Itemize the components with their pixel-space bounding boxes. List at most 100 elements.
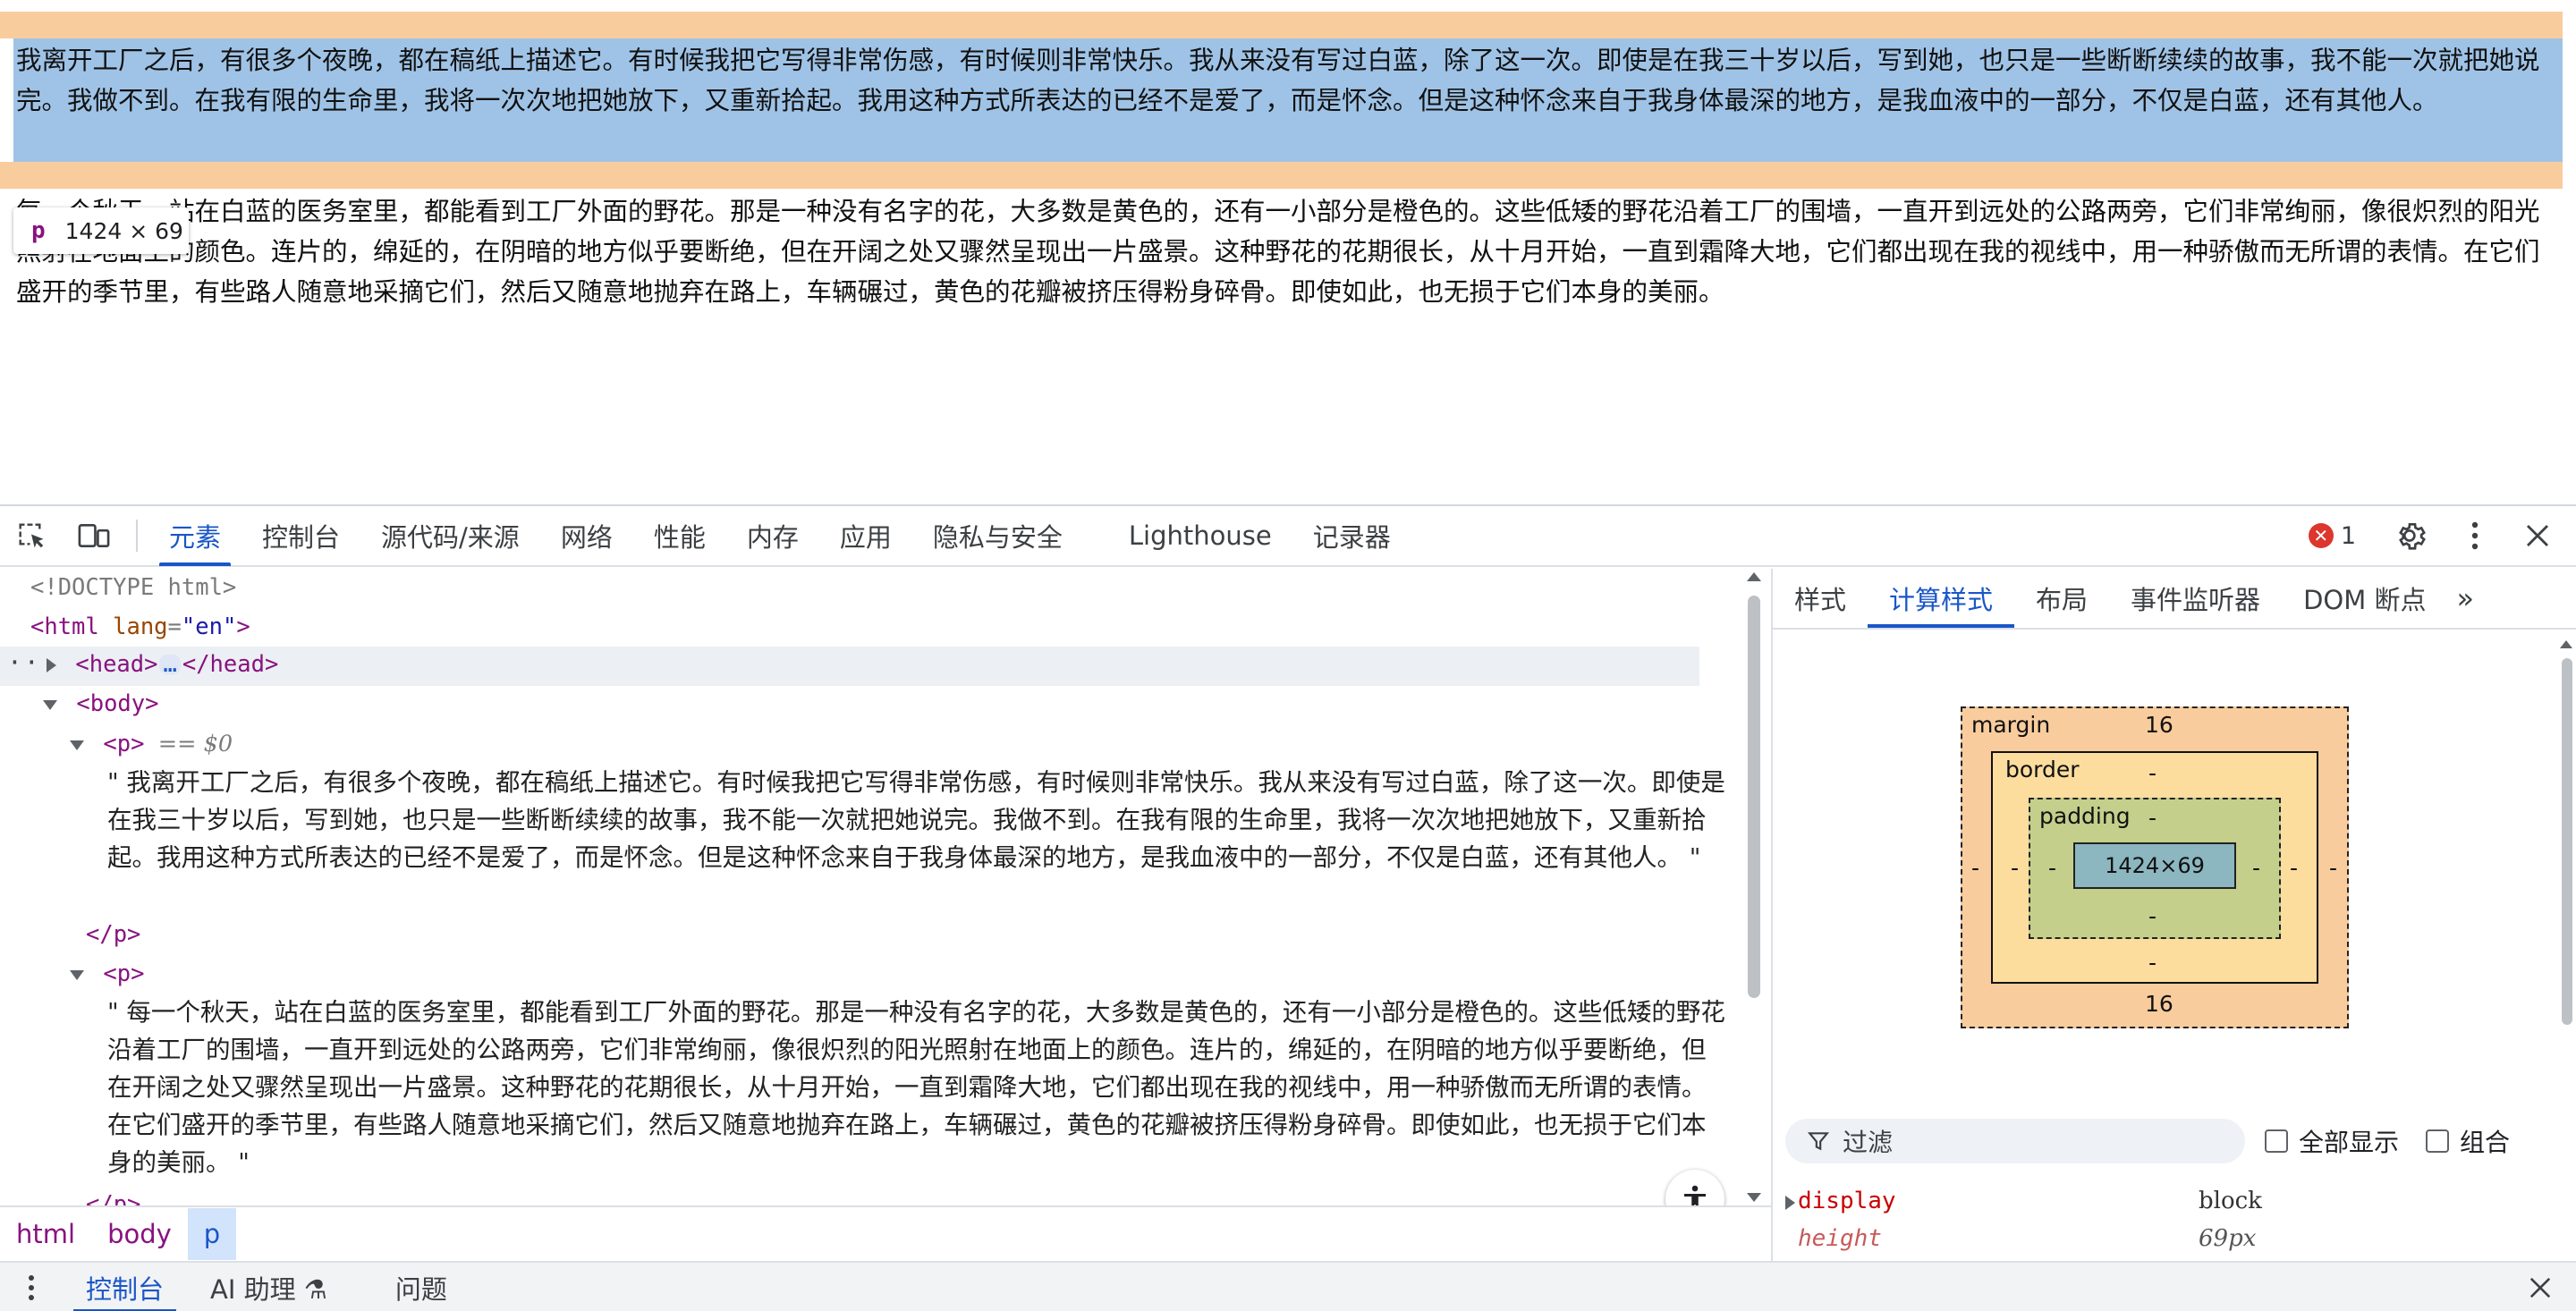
tab-event-listeners[interactable]: 事件监听器: [2109, 569, 2282, 628]
doctype-text: <!DOCTYPE html>: [30, 574, 237, 601]
margin-left-value[interactable]: -: [1971, 855, 1979, 881]
elements-tree: ··· <!DOCTYPE html> <html lang="en"> <he…: [0, 569, 1771, 1205]
scrollbar-thumb[interactable]: [1748, 596, 1760, 998]
html-node[interactable]: <html lang="en">: [30, 608, 250, 646]
box-model-content[interactable]: 1424×69: [2073, 842, 2236, 889]
close-icon[interactable]: [2506, 505, 2569, 566]
tab-elements[interactable]: 元素: [148, 505, 242, 566]
tab-application[interactable]: 应用: [819, 505, 912, 566]
more-tabs-icon[interactable]: »: [2447, 581, 2474, 615]
head-open-tag: <head>: [75, 651, 158, 678]
show-all-checkbox[interactable]: 全部显示: [2265, 1123, 2399, 1159]
checkbox-box[interactable]: [2265, 1129, 2288, 1153]
scroll-down-icon[interactable]: [1747, 1193, 1761, 1202]
body-node[interactable]: <body>: [43, 685, 158, 723]
margin-top-value[interactable]: 16: [2145, 712, 2174, 738]
p1-close: </p>: [86, 916, 140, 953]
tab-recorder[interactable]: 记录器: [1292, 505, 1411, 566]
breadcrumb-body[interactable]: body: [91, 1208, 188, 1260]
tab-styles[interactable]: 样式: [1773, 569, 1868, 628]
border-left-value[interactable]: -: [2011, 855, 2019, 881]
html-attr-value: "en": [181, 613, 237, 640]
filter-input[interactable]: 过滤: [1785, 1119, 2245, 1163]
tab-performance[interactable]: 性能: [633, 505, 726, 566]
sidebar-scrollbar[interactable]: [2558, 640, 2574, 1248]
padding-top-value[interactable]: -: [2148, 805, 2157, 831]
p-node-2[interactable]: <p>: [70, 955, 144, 993]
p2-close: </p>: [86, 1186, 140, 1205]
inspect-icon[interactable]: [0, 505, 63, 566]
border-bottom-value[interactable]: -: [2148, 950, 2157, 976]
drawer-tab-console[interactable]: 控制台: [63, 1263, 187, 1311]
computed-prop-partial[interactable]: margin-block-end 16px: [1785, 1254, 2569, 1261]
tab-layout[interactable]: 布局: [2014, 569, 2109, 628]
tab-computed[interactable]: 计算样式: [1868, 569, 2015, 628]
padding-right-value[interactable]: -: [2252, 855, 2260, 881]
margin-bottom-value[interactable]: 16: [2145, 991, 2174, 1017]
doctype-node[interactable]: <!DOCTYPE html>: [30, 569, 236, 606]
breadcrumb-html[interactable]: html: [0, 1208, 91, 1260]
page-viewport: 我离开工厂之后，有很多个夜晚，都在稿纸上描述它。有时候我把它写得非常伤感，有时候…: [0, 0, 2576, 504]
scrollbar-thumb[interactable]: [2562, 658, 2572, 1025]
tab-memory[interactable]: 内存: [726, 505, 819, 566]
tab-sources[interactable]: 源代码/来源: [360, 505, 540, 566]
tooltip-tag: p: [31, 217, 46, 244]
drawer-close-icon[interactable]: [2504, 1276, 2576, 1299]
drawer-tab-ai-assistant[interactable]: AI 助理 ⚗: [187, 1263, 351, 1311]
sidebar-tabs: 样式 计算样式 布局 事件监听器 DOM 断点 »: [1773, 569, 2576, 630]
tab-privacy-security[interactable]: 隐私与安全: [912, 505, 1083, 566]
toolbar-separator: [136, 520, 138, 552]
paragraph-1-highlighted: 我离开工厂之后，有很多个夜晚，都在稿纸上描述它。有时候我把它写得非常伤感，有时候…: [13, 38, 2563, 162]
scroll-up-icon[interactable]: [2560, 640, 2572, 648]
computed-prop-display[interactable]: display block: [1785, 1182, 2569, 1220]
paragraph-2: 每一个秋天，站在白蓝的医务室里，都能看到工厂外面的野花。那是一种没有名字的花，大…: [16, 197, 2540, 307]
tab-console[interactable]: 控制台: [242, 505, 360, 566]
error-counter[interactable]: ✕ 1: [2308, 522, 2356, 550]
tab-dom-breakpoints[interactable]: DOM 断点: [2282, 569, 2447, 628]
padding-label: padding: [2039, 803, 2131, 829]
expand-triangle-icon[interactable]: [47, 658, 56, 672]
tooltip-size: 1424 × 69: [64, 217, 183, 244]
box-model-diagram: margin 16 16 - - border - - - - padding …: [1961, 706, 2349, 1028]
border-label: border: [2005, 757, 2080, 782]
collapse-triangle-icon[interactable]: [43, 699, 57, 710]
checkbox-box[interactable]: [2426, 1129, 2450, 1153]
group-checkbox[interactable]: 组合: [2426, 1123, 2510, 1159]
collapsed-ellipsis-icon[interactable]: …: [159, 653, 181, 676]
collapse-triangle-icon[interactable]: [70, 740, 84, 750]
prop-name: margin-block-end: [1798, 1254, 2021, 1261]
computed-filter-row: 过滤 全部显示 组合: [1785, 1116, 2569, 1166]
p-node-selected[interactable]: <p> == $0: [70, 725, 233, 763]
computed-prop-height[interactable]: height 69px: [1785, 1220, 2569, 1257]
html-attr-name: lang: [113, 613, 168, 640]
expand-triangle-icon[interactable]: [1785, 1196, 1795, 1210]
prop-value: 69px: [2199, 1225, 2257, 1252]
prop-value: 16px: [2199, 1254, 2256, 1261]
border-right-value[interactable]: -: [2290, 855, 2298, 881]
drawer-tab-issues[interactable]: 问题: [372, 1263, 470, 1311]
collapse-triangle-icon[interactable]: [70, 969, 84, 980]
margin-highlight-bottom: [0, 162, 2563, 189]
p-open-tag: <p>: [103, 960, 145, 987]
accessibility-icon: [1684, 1185, 1706, 1205]
gear-icon[interactable]: [2381, 505, 2444, 566]
tab-lighthouse[interactable]: Lighthouse: [1108, 505, 1292, 566]
kebab-menu-icon[interactable]: [2444, 505, 2506, 566]
devtools-drawer: 控制台 AI 助理 ⚗ 问题: [0, 1261, 2576, 1311]
head-node[interactable]: <head>… </head>: [47, 646, 278, 683]
breadcrumb: html body p: [0, 1205, 1771, 1261]
body-open-tag: <body>: [76, 690, 159, 717]
padding-bottom-value[interactable]: -: [2148, 903, 2157, 929]
border-top-value[interactable]: -: [2148, 760, 2157, 786]
toolbar-right-group: ✕ 1: [2308, 505, 2576, 566]
margin-right-value[interactable]: -: [2329, 855, 2337, 881]
device-toolbar-icon[interactable]: [63, 505, 125, 566]
p2-text-node[interactable]: " 每一个秋天，站在白蓝的医务室里，都能看到工厂外面的野花。那是一种没有名字的花…: [107, 994, 1726, 1181]
scroll-up-icon[interactable]: [1747, 572, 1761, 581]
drawer-menu-icon[interactable]: [0, 1273, 63, 1302]
tab-network[interactable]: 网络: [540, 505, 633, 566]
p1-text-node[interactable]: " 我离开工厂之后，有很多个夜晚，都在稿纸上描述它。有时候我把它写得非常伤感，有…: [107, 764, 1726, 876]
padding-left-value[interactable]: -: [2048, 855, 2056, 881]
elements-scrollbar[interactable]: [1744, 569, 1764, 1205]
breadcrumb-p[interactable]: p: [187, 1208, 237, 1260]
